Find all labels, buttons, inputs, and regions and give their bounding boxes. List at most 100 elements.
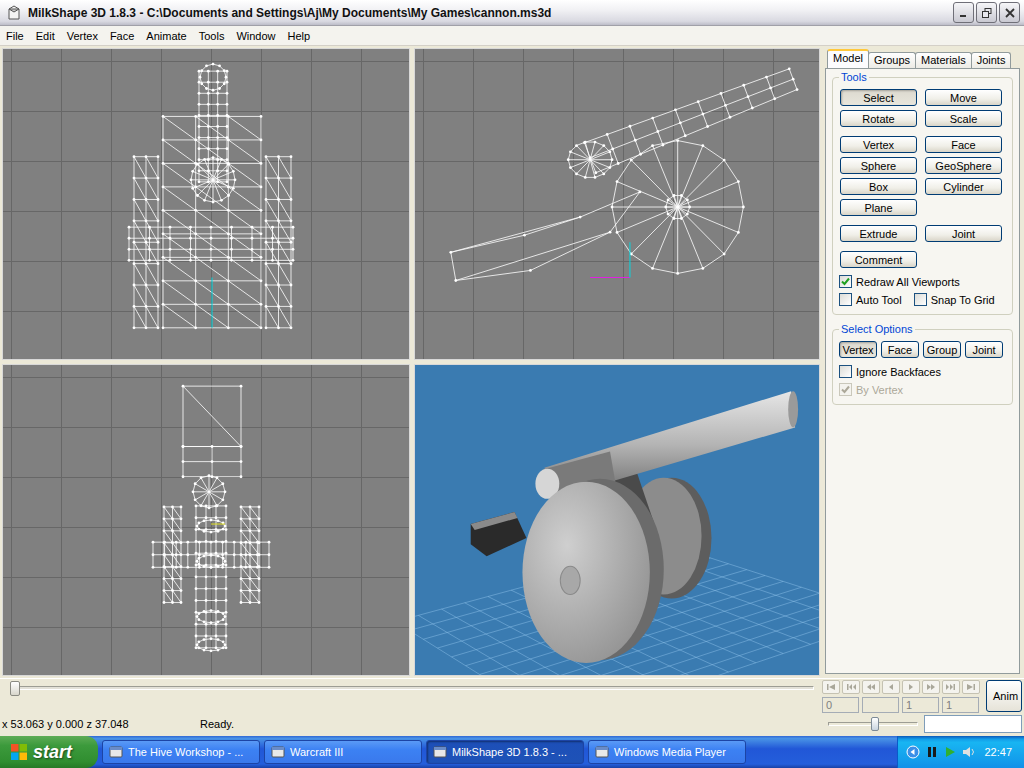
select-option-button[interactable]: Face (881, 341, 919, 358)
play-icon[interactable] (944, 745, 956, 759)
first-icon (826, 683, 836, 691)
close-icon (1005, 8, 1015, 18)
app-icon (595, 745, 609, 759)
checkbox-option[interactable]: Redraw All Viewports (839, 275, 960, 288)
side-viewport[interactable] (414, 48, 820, 360)
fastfwd-icon (926, 683, 936, 691)
restore-button[interactable] (976, 2, 997, 23)
taskbar-button[interactable]: MilkShape 3D 1.8.3 - ... (426, 740, 584, 764)
tool-button[interactable]: Extrude (840, 225, 917, 242)
close-button[interactable] (999, 2, 1020, 23)
menu-item[interactable]: File (0, 27, 30, 45)
anim-button[interactable]: Anim (986, 680, 1022, 712)
checkbox[interactable] (839, 293, 852, 306)
tool-button[interactable]: Sphere (840, 157, 917, 174)
tab[interactable]: Model (827, 49, 869, 68)
transport-button[interactable] (842, 680, 860, 694)
select-option-button[interactable]: Vertex (839, 341, 877, 358)
windows-logo-icon (10, 743, 28, 761)
side-wireframe (415, 49, 819, 359)
collapse-icon[interactable] (906, 745, 920, 759)
3d-viewport[interactable] (414, 364, 820, 676)
checkbox-option[interactable]: Snap To Grid (914, 293, 995, 306)
checkbox (839, 383, 852, 396)
tool-button[interactable]: Rotate (840, 110, 917, 127)
tool-button[interactable]: Scale (925, 110, 1002, 127)
tool-button[interactable]: GeoSphere (925, 157, 1002, 174)
minimize-button[interactable] (953, 2, 974, 23)
tool-button[interactable]: Comment (840, 251, 917, 268)
tab[interactable]: Groups (868, 52, 916, 68)
volume-icon[interactable] (962, 745, 978, 759)
checkbox-option[interactable]: Auto Tool (839, 293, 902, 306)
app-icon (433, 745, 447, 759)
checkbox-option: By Vertex (839, 383, 1006, 396)
frame-field[interactable] (862, 697, 899, 713)
menu-item[interactable]: Tools (193, 27, 231, 45)
frame-field[interactable]: 1 (902, 697, 939, 713)
frame-slider-thumb[interactable] (10, 681, 20, 696)
tab[interactable]: Joints (971, 52, 1012, 68)
select-options-group: Select OptionsVertexFaceGroupJointIgnore… (832, 323, 1013, 405)
transport-button[interactable] (822, 680, 840, 694)
frame-slider[interactable] (10, 686, 814, 690)
checkbox-option[interactable]: Ignore Backfaces (839, 365, 1006, 378)
taskbar-button[interactable]: The Hive Workshop - ... (102, 740, 260, 764)
status-bar: x 53.063 y 0.000 z 37.048Ready. (0, 714, 1024, 734)
check-icon (841, 385, 850, 394)
tool-button[interactable]: Joint (925, 225, 1002, 242)
status-field[interactable] (924, 715, 1022, 733)
speed-slider[interactable] (828, 722, 918, 726)
tool-button[interactable]: Vertex (840, 136, 917, 153)
checkbox[interactable] (839, 275, 852, 288)
menu-item[interactable]: Window (230, 27, 281, 45)
app-icon (271, 745, 285, 759)
frame-field[interactable]: 0 (822, 697, 859, 713)
speed-slider-thumb[interactable] (871, 717, 879, 731)
transport-button[interactable] (922, 680, 940, 694)
taskbar-button[interactable]: Warcraft III (264, 740, 422, 764)
coordinates: x 53.063 y 0.000 z 37.048 (2, 718, 200, 730)
checkbox[interactable] (914, 293, 927, 306)
transport-button[interactable] (962, 680, 980, 694)
top-viewport[interactable] (2, 364, 410, 676)
menu-item[interactable]: Vertex (61, 27, 104, 45)
menu-item[interactable]: Help (282, 27, 317, 45)
frame-field[interactable]: 1 (942, 697, 979, 713)
transport-button[interactable] (902, 680, 920, 694)
pause-icon[interactable] (926, 745, 938, 759)
menu-item[interactable]: Edit (30, 27, 61, 45)
taskbar: startThe Hive Workshop - ...Warcraft III… (0, 736, 1024, 768)
minimize-icon (959, 8, 969, 18)
title-bar[interactable]: MilkShape 3D 1.8.3 - C:\Documents and Se… (0, 0, 1024, 26)
front-viewport[interactable] (2, 48, 410, 360)
tool-button[interactable]: Plane (840, 199, 917, 216)
fastback-icon (866, 683, 876, 691)
clock: 22:47 (984, 746, 1012, 758)
prevkey-icon (846, 683, 856, 691)
select-option-button[interactable]: Group (923, 341, 961, 358)
tool-button-group: Extrude Joint (839, 225, 1006, 242)
transport-button[interactable] (862, 680, 880, 694)
select-option-button[interactable]: Joint (965, 341, 1003, 358)
tool-button[interactable]: Select (840, 89, 917, 106)
back-icon (886, 683, 896, 691)
restore-icon (982, 8, 992, 18)
menu-item[interactable]: Face (104, 27, 140, 45)
transport-button[interactable] (942, 680, 960, 694)
nextkey-icon (946, 683, 956, 691)
taskbar-button[interactable]: Windows Media Player (588, 740, 746, 764)
transport-button[interactable] (882, 680, 900, 694)
tool-button[interactable]: Cylinder (925, 178, 1002, 195)
last-icon (966, 683, 976, 691)
tab[interactable]: Materials (915, 52, 972, 68)
start-button[interactable]: start (0, 736, 98, 768)
checkbox[interactable] (839, 365, 852, 378)
tool-button[interactable]: Face (925, 136, 1002, 153)
tab-row: ModelGroupsMaterialsJoints (825, 48, 1020, 68)
tool-panel: ModelGroupsMaterialsJointsToolsSelectMov… (822, 46, 1024, 678)
menu-item[interactable]: Animate (140, 27, 192, 45)
tool-button[interactable]: Move (925, 89, 1002, 106)
window-title: MilkShape 3D 1.8.3 - C:\Documents and Se… (28, 6, 947, 20)
tool-button[interactable]: Box (840, 178, 917, 195)
